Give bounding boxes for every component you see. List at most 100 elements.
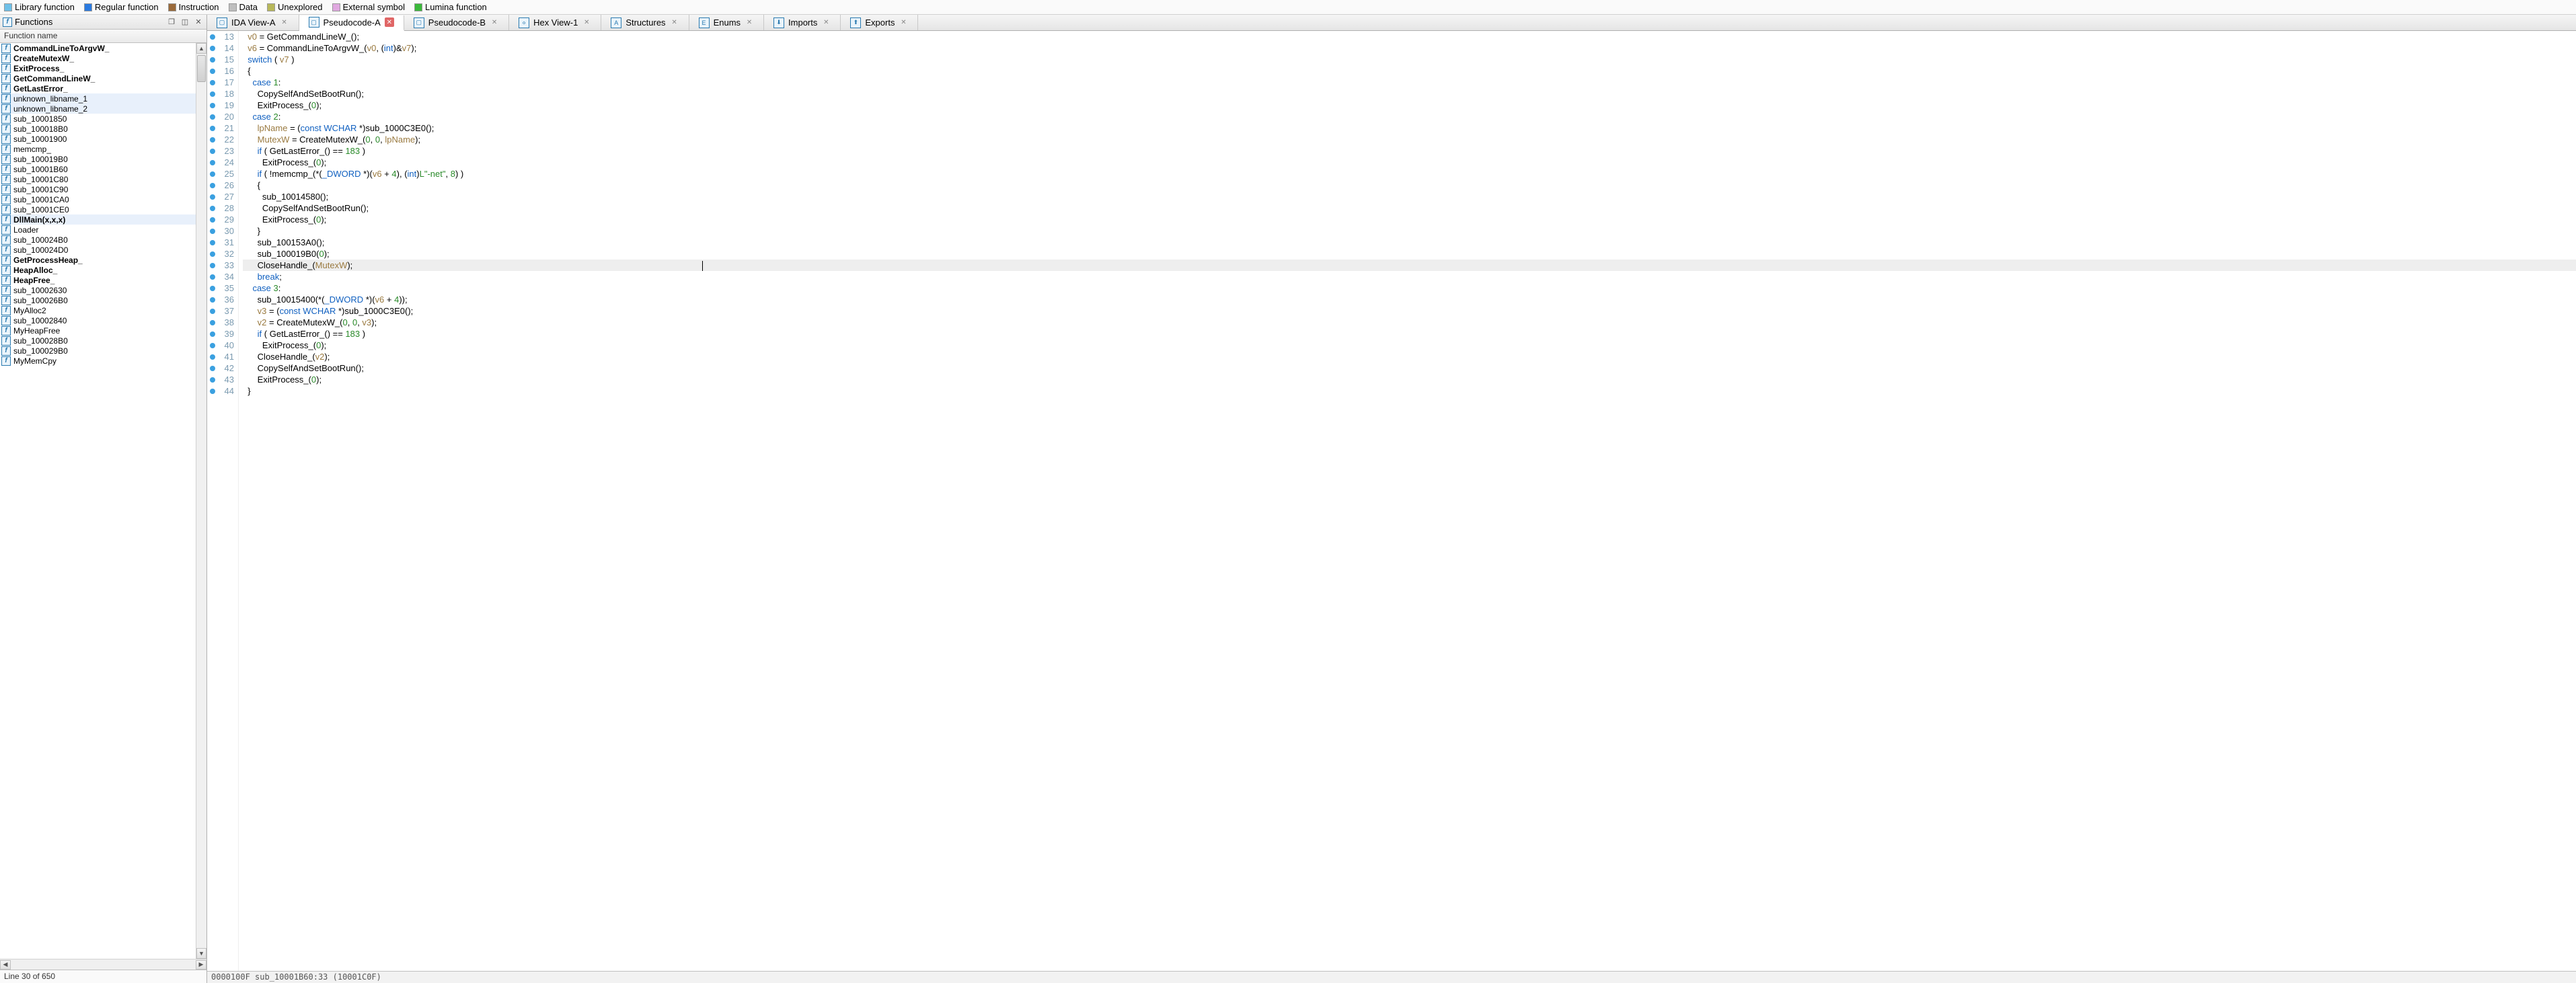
function-row[interactable]: fsub_10001900 — [0, 134, 196, 144]
function-row[interactable]: fGetCommandLineW_ — [0, 73, 196, 83]
breakpoint-dot-icon[interactable] — [207, 389, 218, 394]
breakpoint-dot-icon[interactable] — [207, 251, 218, 257]
function-row[interactable]: fMyHeapFree — [0, 325, 196, 336]
functions-list[interactable]: fCommandLineToArgvW_fCreateMutexW_fExitP… — [0, 43, 196, 959]
breakpoint-dot-icon[interactable] — [207, 366, 218, 371]
functions-vscrollbar[interactable]: ▲ ▼ — [196, 43, 206, 959]
gutter-row[interactable]: 15 — [207, 54, 238, 65]
tab[interactable]: ⬆Exports✕ — [841, 15, 918, 30]
breakpoint-dot-icon[interactable] — [207, 286, 218, 291]
tab-close-icon[interactable]: ✕ — [821, 18, 831, 28]
breakpoint-dot-icon[interactable] — [207, 377, 218, 383]
code-line[interactable]: CloseHandle_(v2); — [243, 351, 2576, 362]
code-line[interactable]: CopySelfAndSetBootRun(); — [243, 88, 2576, 100]
code-content[interactable]: v0 = GetCommandLineW_(); v6 = CommandLin… — [239, 31, 2576, 971]
function-row[interactable]: fsub_100024B0 — [0, 235, 196, 245]
function-row[interactable]: funknown_libname_1 — [0, 93, 196, 104]
code-line[interactable]: CopySelfAndSetBootRun(); — [243, 202, 2576, 214]
breakpoint-dot-icon[interactable] — [207, 229, 218, 234]
breakpoint-dot-icon[interactable] — [207, 34, 218, 40]
code-line[interactable]: ExitProcess_(0); — [243, 374, 2576, 385]
code-line[interactable]: case 2: — [243, 111, 2576, 122]
code-line[interactable]: sub_100019B0(0); — [243, 248, 2576, 260]
panel-close-icon[interactable]: ✕ — [193, 17, 204, 28]
breakpoint-dot-icon[interactable] — [207, 194, 218, 200]
gutter-row[interactable]: 27 — [207, 191, 238, 202]
code-line[interactable]: ExitProcess_(0); — [243, 214, 2576, 225]
tab-close-icon[interactable]: ✕ — [490, 18, 499, 28]
breakpoint-dot-icon[interactable] — [207, 183, 218, 188]
gutter-row[interactable]: 42 — [207, 362, 238, 374]
breakpoint-dot-icon[interactable] — [207, 331, 218, 337]
breakpoint-dot-icon[interactable] — [207, 137, 218, 143]
gutter-row[interactable]: 34 — [207, 271, 238, 282]
gutter-row[interactable]: 16 — [207, 65, 238, 77]
code-line[interactable]: lpName = (const WCHAR *)sub_1000C3E0(); — [243, 122, 2576, 134]
code-line[interactable]: sub_10015400(*(_DWORD *)(v6 + 4)); — [243, 294, 2576, 305]
function-row[interactable]: fGetLastError_ — [0, 83, 196, 93]
code-line[interactable]: v0 = GetCommandLineW_(); — [243, 31, 2576, 42]
breakpoint-dot-icon[interactable] — [207, 126, 218, 131]
code-line[interactable]: case 1: — [243, 77, 2576, 88]
code-line[interactable]: sub_10014580(); — [243, 191, 2576, 202]
gutter-row[interactable]: 28 — [207, 202, 238, 214]
code-line[interactable]: ExitProcess_(0); — [243, 340, 2576, 351]
gutter-row[interactable]: 35 — [207, 282, 238, 294]
function-row[interactable]: fHeapFree_ — [0, 275, 196, 285]
gutter-row[interactable]: 30 — [207, 225, 238, 237]
tab[interactable]: ▢Pseudocode-B✕ — [404, 15, 509, 30]
code-line[interactable]: CopySelfAndSetBootRun(); — [243, 362, 2576, 374]
gutter-row[interactable]: 39 — [207, 328, 238, 340]
function-row[interactable]: fMyAlloc2 — [0, 305, 196, 315]
panel-popout-icon[interactable]: ◫ — [180, 17, 190, 28]
function-row[interactable]: fLoader — [0, 225, 196, 235]
gutter-row[interactable]: 13 — [207, 31, 238, 42]
scroll-down-icon[interactable]: ▼ — [196, 948, 206, 959]
gutter-row[interactable]: 33 — [207, 260, 238, 271]
function-row[interactable]: fsub_10001C80 — [0, 174, 196, 184]
scroll-left-icon[interactable]: ◀ — [0, 960, 11, 970]
breakpoint-dot-icon[interactable] — [207, 217, 218, 223]
functions-column-header[interactable]: Function name — [0, 30, 206, 43]
code-line[interactable]: sub_100153A0(); — [243, 237, 2576, 248]
function-row[interactable]: fGetProcessHeap_ — [0, 255, 196, 265]
gutter-row[interactable]: 41 — [207, 351, 238, 362]
code-line[interactable]: { — [243, 180, 2576, 191]
gutter-row[interactable]: 14 — [207, 42, 238, 54]
tab[interactable]: ⬇Imports✕ — [764, 15, 841, 30]
gutter-row[interactable]: 21 — [207, 122, 238, 134]
gutter-row[interactable]: 32 — [207, 248, 238, 260]
gutter-row[interactable]: 18 — [207, 88, 238, 100]
function-row[interactable]: funknown_libname_2 — [0, 104, 196, 114]
scroll-right-icon[interactable]: ▶ — [196, 960, 206, 970]
breakpoint-dot-icon[interactable] — [207, 91, 218, 97]
tab[interactable]: ▢IDA View-A✕ — [207, 15, 299, 30]
function-row[interactable]: fsub_10001CA0 — [0, 194, 196, 204]
gutter-row[interactable]: 37 — [207, 305, 238, 317]
function-row[interactable]: fDllMain(x,x,x) — [0, 214, 196, 225]
gutter-row[interactable]: 20 — [207, 111, 238, 122]
tab[interactable]: AStructures✕ — [601, 15, 689, 30]
gutter-row[interactable]: 38 — [207, 317, 238, 328]
code-line[interactable]: v2 = CreateMutexW_(0, 0, v3); — [243, 317, 2576, 328]
gutter-row[interactable]: 29 — [207, 214, 238, 225]
function-row[interactable]: fHeapAlloc_ — [0, 265, 196, 275]
code-line[interactable]: if ( !memcmp_(*(_DWORD *)(v6 + 4), (int)… — [243, 168, 2576, 180]
breakpoint-dot-icon[interactable] — [207, 171, 218, 177]
code-line[interactable]: } — [243, 225, 2576, 237]
gutter-row[interactable]: 43 — [207, 374, 238, 385]
code-area[interactable]: 1314151617181920212223242526272829303132… — [207, 31, 2576, 971]
functions-hscrollbar[interactable]: ◀ ▶ — [0, 959, 206, 970]
tab[interactable]: ०Hex View-1✕ — [509, 15, 601, 30]
function-row[interactable]: fsub_100028B0 — [0, 336, 196, 346]
function-row[interactable]: fCommandLineToArgvW_ — [0, 43, 196, 53]
gutter-row[interactable]: 23 — [207, 145, 238, 157]
gutter-row[interactable]: 24 — [207, 157, 238, 168]
function-row[interactable]: fsub_10001CE0 — [0, 204, 196, 214]
function-row[interactable]: fsub_100018B0 — [0, 124, 196, 134]
function-row[interactable]: fsub_100029B0 — [0, 346, 196, 356]
breakpoint-dot-icon[interactable] — [207, 343, 218, 348]
function-row[interactable]: fsub_100019B0 — [0, 154, 196, 164]
function-row[interactable]: fsub_100026B0 — [0, 295, 196, 305]
gutter-row[interactable]: 31 — [207, 237, 238, 248]
